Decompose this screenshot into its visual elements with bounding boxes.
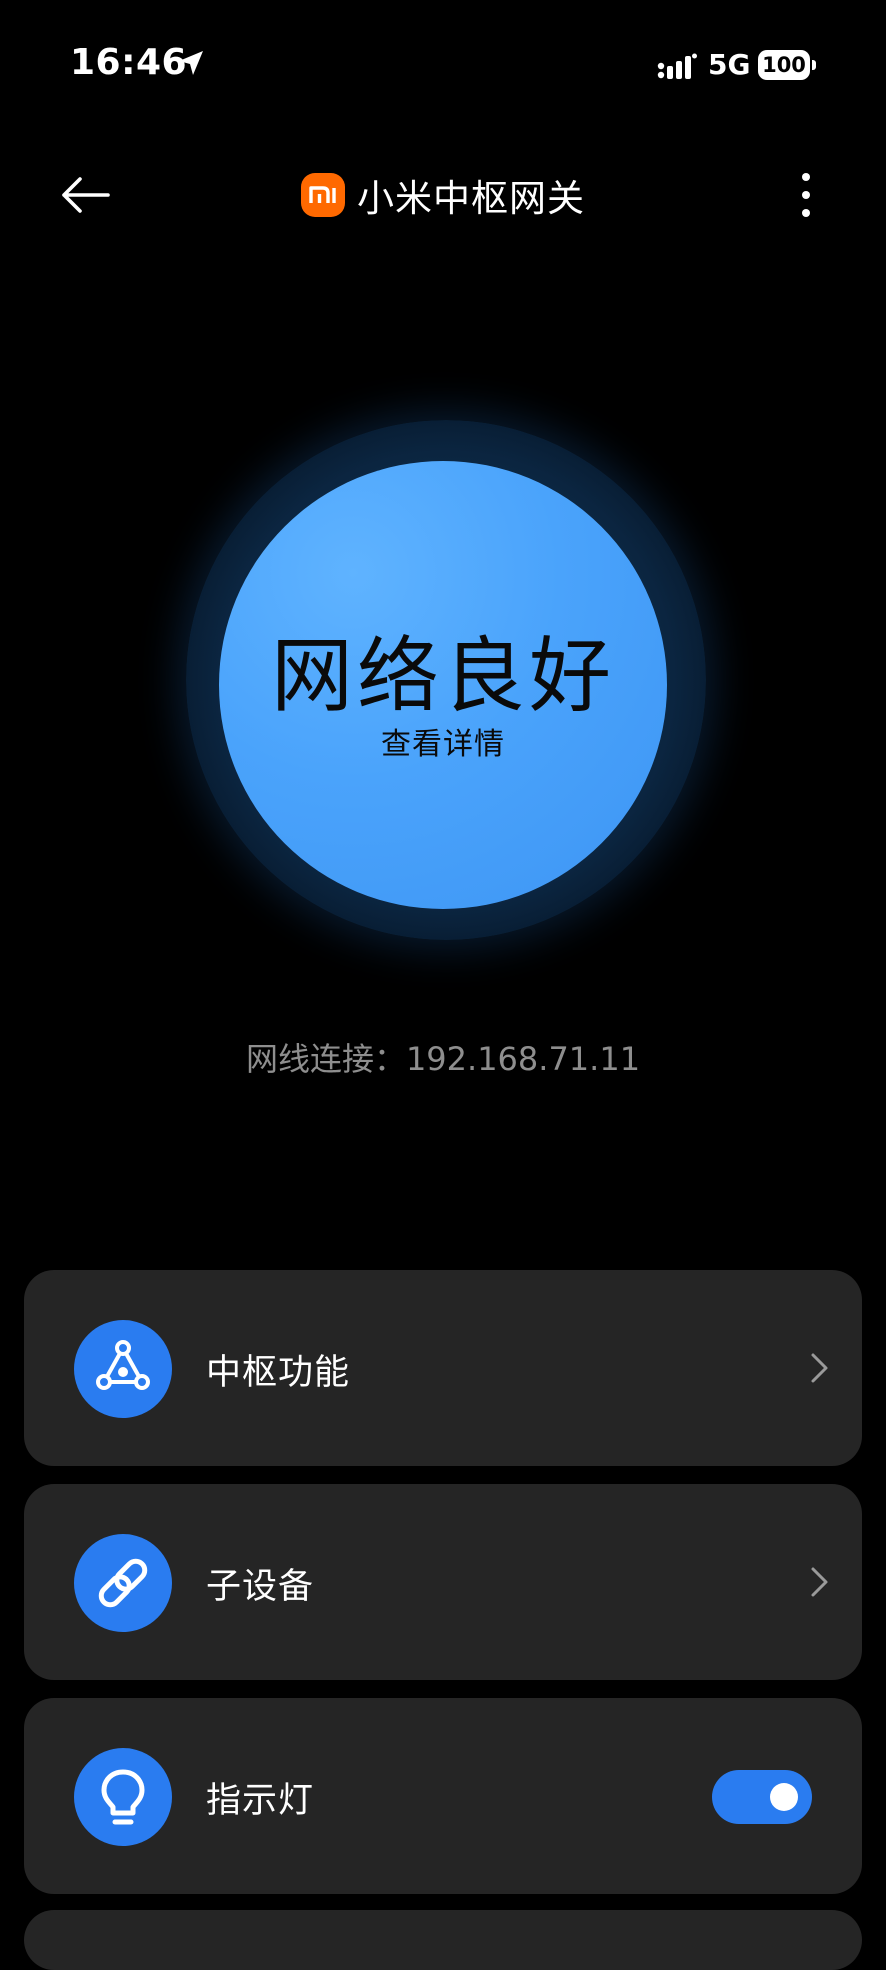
page-title: 小米中枢网关 bbox=[357, 177, 585, 220]
status-time: 16:46 bbox=[70, 42, 188, 83]
indicator-light-label: 指示灯 bbox=[206, 1781, 315, 1821]
chevron-right-icon bbox=[808, 1350, 832, 1386]
connection-info: 网线连接：192.168.71.11 bbox=[245, 1040, 641, 1078]
indicator-light-item: 指示灯 bbox=[24, 1698, 862, 1894]
next-card-partial bbox=[24, 1910, 862, 1970]
network-status-button[interactable]: 网络良好 查看详情 bbox=[219, 461, 667, 909]
title-group: 小米中枢网关 bbox=[0, 150, 886, 240]
battery-level: 100 bbox=[758, 50, 810, 80]
indicator-light-toggle[interactable] bbox=[712, 1770, 812, 1824]
network-status-text: 网络良好 bbox=[270, 629, 615, 724]
chevron-right-icon bbox=[808, 1564, 832, 1600]
cellular-signal-icon bbox=[657, 52, 697, 80]
battery-icon: 100 bbox=[758, 50, 816, 80]
more-vertical-icon bbox=[802, 173, 810, 217]
xiaomi-logo-icon bbox=[301, 173, 345, 217]
sub-devices-label: 子设备 bbox=[206, 1567, 315, 1607]
app-header: 小米中枢网关 bbox=[0, 150, 886, 240]
link-icon bbox=[74, 1534, 172, 1632]
hub-functions-item[interactable]: 中枢功能 bbox=[24, 1270, 862, 1466]
toggle-knob bbox=[770, 1783, 798, 1811]
battery-tip bbox=[812, 60, 816, 70]
hub-functions-icon bbox=[74, 1320, 172, 1418]
back-arrow-icon bbox=[62, 177, 110, 213]
network-type-label: 5G bbox=[708, 48, 751, 81]
view-details-link[interactable]: 查看详情 bbox=[219, 719, 667, 763]
hub-functions-label: 中枢功能 bbox=[206, 1353, 351, 1393]
sub-devices-item[interactable]: 子设备 bbox=[24, 1484, 862, 1680]
back-button[interactable] bbox=[56, 170, 116, 220]
location-arrow-icon bbox=[176, 48, 206, 78]
more-options-button[interactable] bbox=[786, 168, 826, 222]
status-bar: 16:46 5G 100 bbox=[0, 0, 886, 130]
lightbulb-icon bbox=[74, 1748, 172, 1846]
